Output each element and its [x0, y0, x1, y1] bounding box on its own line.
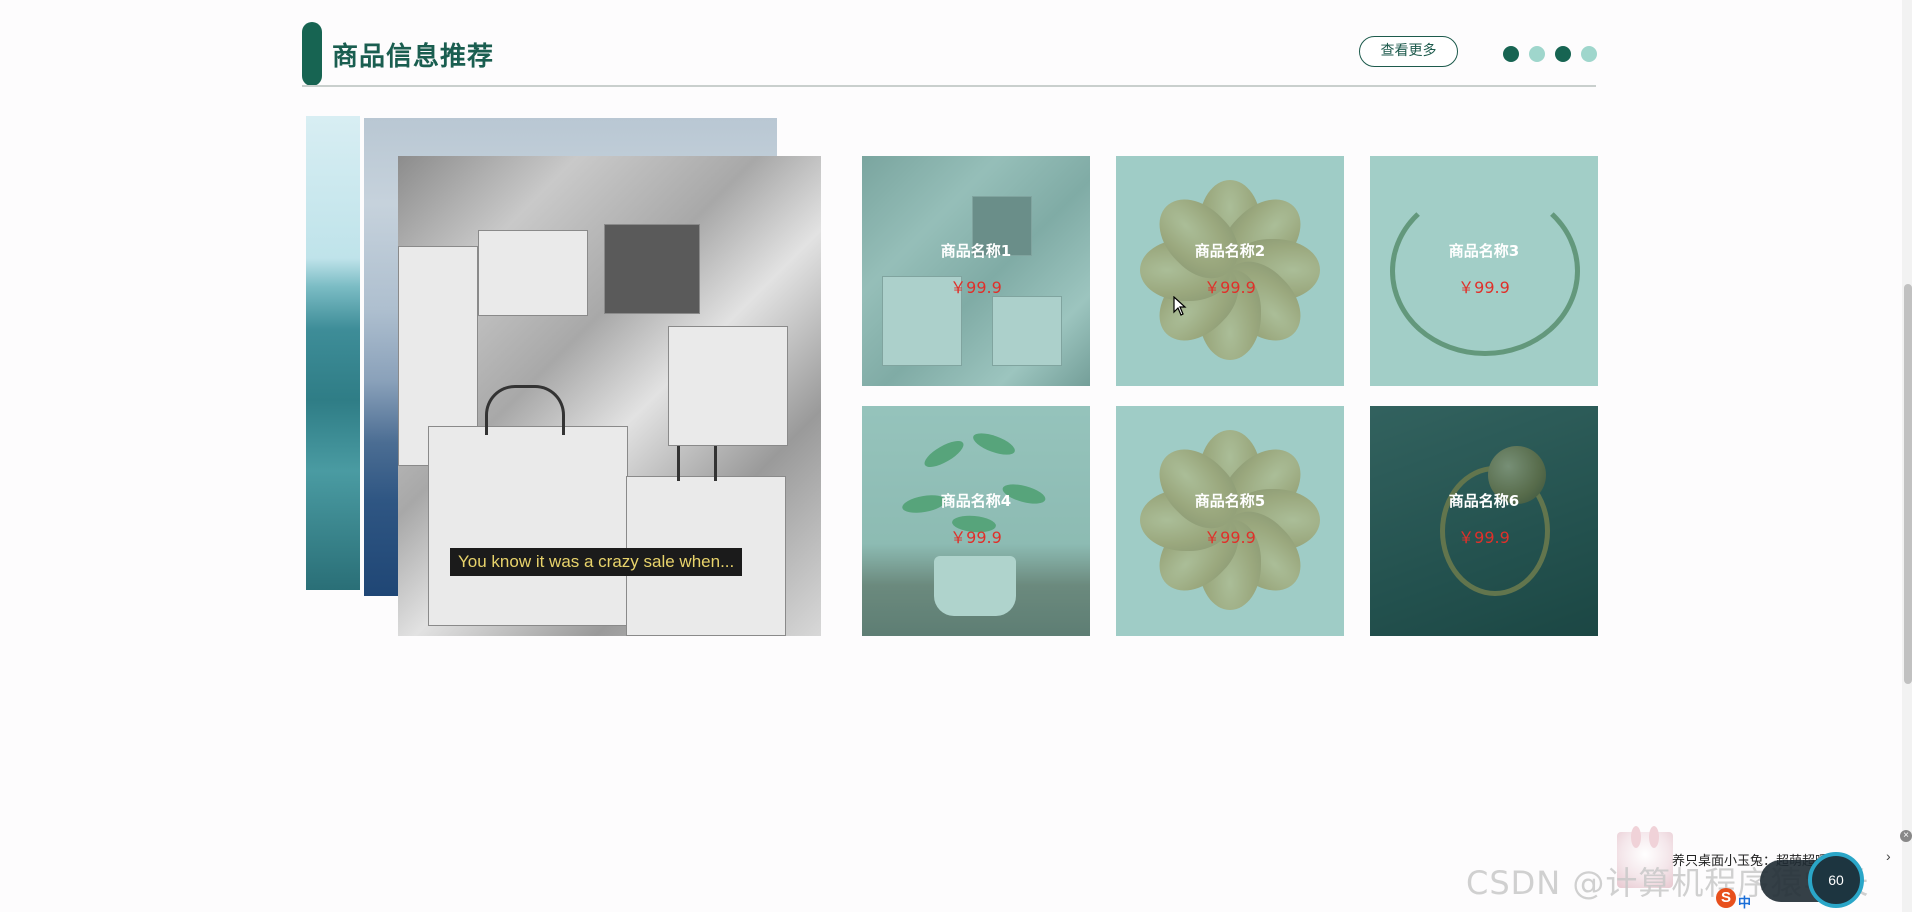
product-price: ￥99.9 [950, 278, 1002, 297]
product-price: ￥99.9 [1458, 528, 1510, 547]
card-overlay [1116, 406, 1344, 636]
indicator-dot-2[interactable] [1529, 46, 1545, 62]
page-scrollbar-thumb[interactable] [1904, 284, 1912, 684]
product-name: 商品名称6 [1448, 492, 1520, 510]
shopping-bag-image [668, 326, 788, 446]
card-overlay [862, 406, 1090, 636]
header-divider [302, 85, 1596, 87]
pet-ear-shape [1649, 826, 1659, 848]
bag-handle-image [485, 385, 565, 435]
ime-mode-label[interactable]: 中 [1738, 892, 1751, 911]
close-icon[interactable]: × [1900, 830, 1912, 842]
indicator-dot-3[interactable] [1555, 46, 1571, 62]
product-name: 商品名称4 [940, 492, 1012, 510]
speed-value: 60 [1828, 872, 1844, 888]
product-card-2[interactable]: 商品名称2 ￥99.9 [1116, 156, 1344, 386]
product-name: 商品名称5 [1194, 492, 1266, 510]
title-accent-bar [302, 22, 322, 86]
carousel-slide-shopping-bags[interactable]: You know it was a crazy sale when... [398, 156, 821, 636]
product-card-3[interactable]: 商品名称3 ￥99.9 [1370, 156, 1598, 386]
card-overlay [862, 156, 1090, 386]
product-card-6[interactable]: 商品名称6 ￥99.9 [1370, 406, 1598, 636]
mouse-cursor-icon [1173, 296, 1187, 316]
section-title: 商品信息推荐 [332, 42, 495, 72]
product-name: 商品名称2 [1194, 242, 1266, 260]
shopping-bag-image [604, 224, 700, 314]
carousel-caption: You know it was a crazy sale when... [450, 548, 743, 576]
product-price: ￥99.9 [1204, 528, 1256, 547]
product-name: 商品名称3 [1448, 242, 1520, 260]
indicator-dot-1[interactable] [1503, 46, 1519, 62]
shopping-bag-image [478, 230, 588, 316]
shopping-bag-image [428, 385, 628, 626]
product-price: ￥99.9 [950, 528, 1002, 547]
product-price: ￥99.9 [1204, 278, 1256, 297]
card-overlay [1116, 156, 1344, 386]
sogou-ime-icon[interactable]: S [1716, 888, 1736, 908]
card-overlay [1370, 156, 1598, 386]
section-header: 商品信息推荐 查看更多 [302, 20, 1597, 87]
product-card-1[interactable]: 商品名称1 ￥99.9 [862, 156, 1090, 386]
pet-ear-shape [1631, 826, 1641, 848]
speed-gauge[interactable]: 60 [1808, 852, 1864, 908]
indicator-dot-4[interactable] [1581, 46, 1597, 62]
carousel-slide-sea[interactable] [306, 116, 360, 590]
product-card-5[interactable]: 商品名称5 ￥99.9 [1116, 406, 1344, 636]
image-carousel[interactable]: You know it was a crazy sale when... [306, 116, 821, 636]
product-name: 商品名称1 [940, 242, 1012, 260]
carousel-indicator-dots [1503, 46, 1597, 62]
product-card-4[interactable]: 商品名称4 ￥99.9 [862, 406, 1090, 636]
card-overlay [1370, 406, 1598, 636]
product-grid: 商品名称1 ￥99.9 商品名称2 ￥99.9 商品名称3 ￥99.9 商品名称… [862, 156, 1598, 636]
view-more-button[interactable]: 查看更多 [1359, 36, 1458, 67]
chevron-right-icon[interactable]: › [1886, 848, 1891, 864]
product-price: ￥99.9 [1458, 278, 1510, 297]
